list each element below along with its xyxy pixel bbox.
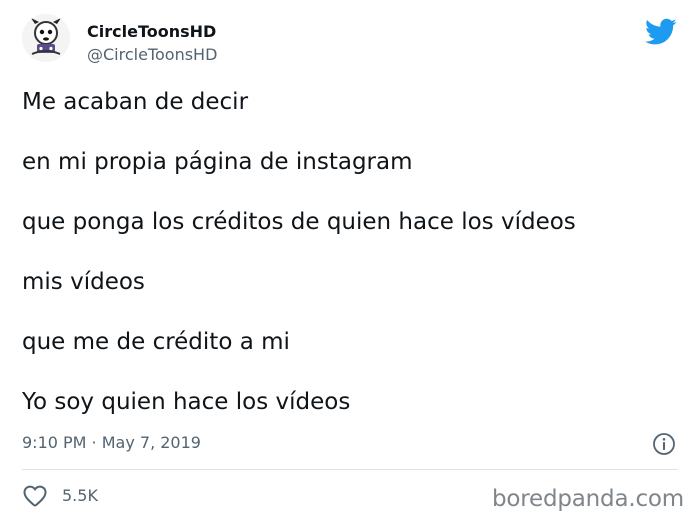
like-action[interactable]: 5.5K <box>22 484 98 508</box>
like-count: 5.5K <box>62 486 98 505</box>
tweet-text: Me acaban de decir en mi propia página d… <box>22 84 682 444</box>
tweet-line: que me de crédito a mi <box>22 329 290 355</box>
author-block: CircleToonsHD @CircleToonsHD <box>87 22 217 65</box>
tweet-line: en mi propia página de instagram <box>22 149 413 175</box>
display-name[interactable]: CircleToonsHD <box>87 22 217 42</box>
divider <box>22 469 678 470</box>
avatar-image <box>22 14 70 62</box>
tweet-line: Me acaban de decir <box>22 89 249 115</box>
tweet-timestamp[interactable]: 9:10 PM · May 7, 2019 <box>22 432 201 454</box>
watermark-text: boredpanda.com <box>492 486 684 512</box>
user-handle[interactable]: @CircleToonsHD <box>87 45 217 65</box>
tweet-line: que ponga los créditos de quien hace los… <box>22 209 576 235</box>
twitter-bird-icon[interactable] <box>645 18 677 46</box>
avatar[interactable] <box>22 14 70 62</box>
heart-icon[interactable] <box>22 484 48 508</box>
tweet-line: mis vídeos <box>22 269 145 295</box>
info-icon[interactable] <box>652 432 676 456</box>
tweet-line: Yo soy quien hace los vídeos <box>22 389 351 415</box>
tweet-card: CircleToonsHD @CircleToonsHD Me acaban d… <box>0 0 700 524</box>
